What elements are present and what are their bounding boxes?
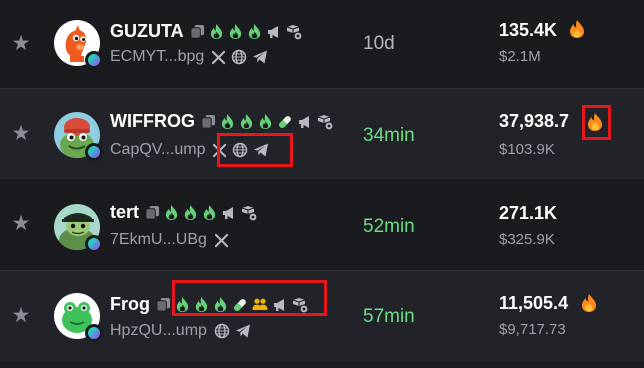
x-icon[interactable] [212,143,227,158]
copy-icon[interactable] [156,297,171,312]
sub-line: ECMYT...bpg [110,48,268,66]
token-age: 57min [363,306,415,327]
token-address[interactable]: ECMYT...bpg [110,48,204,66]
name-line: Frog [110,294,308,315]
flame-icon [213,296,228,313]
copy-icon[interactable] [190,24,205,39]
token-row[interactable]: ★ WIFFROG CapQV...ump 34min 37,938.7 $10… [0,88,644,178]
pill-icon [232,297,248,313]
avatar [54,293,103,342]
flame-icon [220,113,235,130]
flame-icon [175,296,190,313]
avatar [54,204,103,253]
name-line: tert [110,202,257,223]
telegram-icon[interactable] [253,142,269,158]
sub-line: CapQV...ump [110,141,269,159]
token-row[interactable]: ★ Frog HpzQU...ump 57min 11,505.4 $9,717… [0,270,644,362]
avatar [54,20,103,69]
name-line: WIFFROG [110,111,333,132]
solana-chain-icon [85,51,103,69]
sub-line: HpzQU...ump [110,322,251,340]
token-age: 10d [363,33,395,54]
x-icon[interactable] [211,50,226,65]
usd-value: $325.9K [499,231,555,248]
token-row[interactable]: ★ tert 7EkmU...UBg 52min 271.1K $325.9K [0,178,644,270]
fire-icon [569,19,585,39]
copy-icon[interactable] [145,205,160,220]
web-icon[interactable] [232,142,248,158]
token-age: 52min [363,216,415,237]
flame-icon [258,113,273,130]
flame-icon [239,113,254,130]
megaphone-icon [297,114,313,130]
fire-icon [581,293,597,313]
token-list: ★ GUZUTA ECMYT...bpg 10d 135.4K $2.1M ★ … [0,0,644,368]
token-age: 34min [363,125,415,146]
flame-icon [209,23,224,40]
token-row[interactable]: ★ GUZUTA ECMYT...bpg 10d 135.4K $2.1M [0,0,644,88]
web-icon[interactable] [231,49,247,65]
telegram-icon[interactable] [252,49,268,65]
telegram-icon[interactable] [235,323,251,339]
megaphone-icon [266,24,282,40]
solana-chain-icon [85,143,103,161]
market-cap: 135.4K [499,20,558,40]
market-cap: 271.1K [499,203,558,223]
usd-value: $103.9K [499,141,555,158]
sub-line: 7EkmU...UBg [110,231,229,249]
token-address[interactable]: 7EkmU...UBg [110,231,207,249]
token-name: GUZUTA [110,21,184,41]
holder-icon [317,114,333,130]
megaphone-icon [272,297,288,313]
star-icon[interactable]: ★ [10,123,32,145]
star-icon[interactable]: ★ [10,305,32,327]
team-icon [252,297,268,313]
star-icon[interactable]: ★ [10,33,32,55]
pill-icon [277,114,293,130]
copy-icon[interactable] [201,114,216,129]
x-icon[interactable] [214,233,229,248]
fire-icon [587,112,603,132]
token-name: Frog [110,294,150,314]
avatar [54,112,103,161]
holder-icon [241,205,257,221]
market-cap: 11,505.4 [499,293,569,313]
flame-icon [247,23,262,40]
solana-chain-icon [85,235,103,253]
solana-chain-icon [85,324,103,342]
usd-value: $9,717.73 [499,321,566,338]
token-name: WIFFROG [110,111,195,131]
web-icon[interactable] [214,323,230,339]
flame-icon [164,204,179,221]
usd-value: $2.1M [499,48,541,65]
holder-icon [286,24,302,40]
flame-icon [183,204,198,221]
flame-icon [202,204,217,221]
megaphone-icon [221,205,237,221]
flame-icon [228,23,243,40]
star-icon[interactable]: ★ [10,213,32,235]
holder-icon [292,297,308,313]
market-cap: 37,938.7 [499,111,570,131]
flame-icon [194,296,209,313]
token-address[interactable]: CapQV...ump [110,141,205,159]
token-name: tert [110,202,140,222]
token-address[interactable]: HpzQU...ump [110,322,207,340]
name-line: GUZUTA [110,21,302,42]
